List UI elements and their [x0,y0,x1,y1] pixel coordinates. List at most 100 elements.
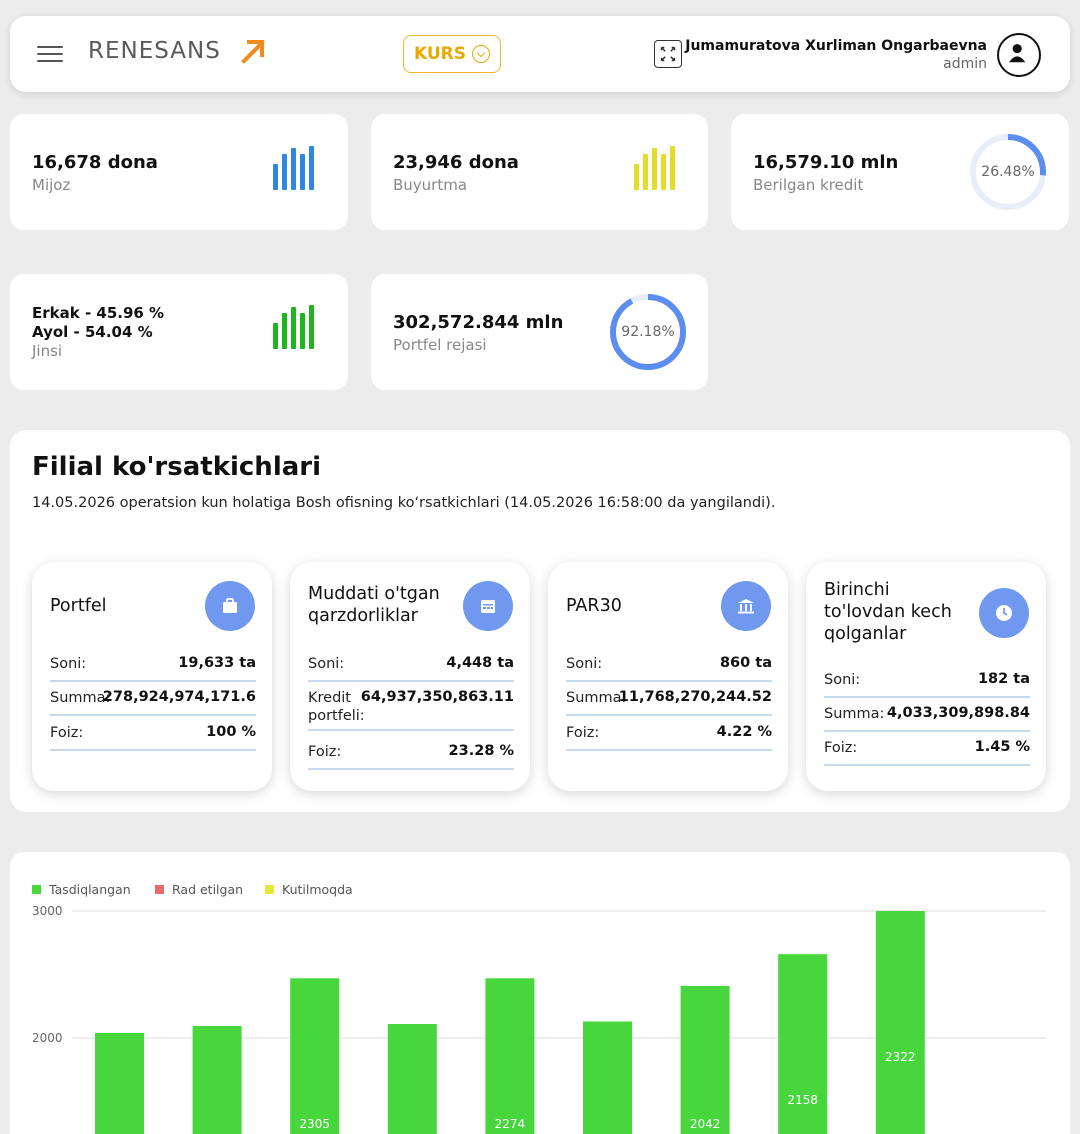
kpi-row: Soni: 182 ta [824,671,1030,698]
kpi-row: Soni: 19,633 ta [50,655,256,682]
chart-bar[interactable] [875,911,925,1134]
kpi-row-value: 4,033,309,898.84 [886,705,1030,721]
chart-bar[interactable] [680,985,730,1134]
menu-icon[interactable] [37,46,63,62]
kpi-row-key: Summa: [50,690,111,706]
kpi-row-key: Soni: [308,656,345,672]
kpi-card-muddati: Muddati o'tgan qarzdorliklar Soni: 4,448… [290,562,530,791]
kpi-row: Summa: 11,768,270,244.52 [566,689,772,716]
kpi-row: Foiz: 100 % [50,724,256,751]
kpi-row: Foiz: 23.28 % [308,743,514,770]
kpi-row-value: 64,937,350,863.11 [360,689,514,705]
kpi-row-value: 4.22 % [716,724,772,740]
stat-card-kredit: 16,579.10 mln Berilgan kredit 26.48% [731,114,1069,230]
kpi-row: Foiz: 4.22 % [566,724,772,751]
gender-female: Ayol - 54.04 % [32,323,153,341]
stat-value: 16,678 dona [32,152,158,173]
kpi-title: PAR30 [566,596,622,616]
progress-ring-label: 92.18% [621,324,675,340]
stat-label: Mijoz [32,176,71,194]
kpi-card-par30: PAR30 Soni: 860 ta Summa: 11,768,270,244… [548,562,788,791]
clock-icon[interactable] [979,588,1029,638]
brand-logo[interactable]: RENESANS [88,38,221,64]
kpi-row-key: Summa: [824,706,885,722]
kpi-row-key: Foiz: [824,740,858,756]
kurs-button[interactable]: KURS [403,35,501,73]
kpi-row-value: 4,448 ta [446,655,514,671]
bar-chart-icon [634,144,676,190]
bank-icon[interactable] [721,581,771,631]
y-tick-label: 2000 [32,1031,63,1045]
kpi-card-portfel: Portfel Soni: 19,633 ta Summa: 278,924,9… [32,562,272,791]
chart-card: Tasdiqlangan Rad etilgan Kutilmoqda 3000… [10,852,1070,1134]
briefcase-icon[interactable] [205,581,255,631]
y-tick-label: 3000 [32,904,63,918]
kpi-row-key: Soni: [566,656,603,672]
section-subtitle: 14.05.2026 operatsion kun holatiga Bosh … [32,495,776,511]
kpi-row: Summa: 278,924,974,171.6 [50,689,256,716]
logo-arrow-icon [241,40,265,64]
kpi-row-key: Foiz: [566,725,600,741]
filial-section: Filial ko'rsatkichlari 14.05.2026 operat… [10,430,1070,812]
kpi-row-key: Summa: [566,690,627,706]
kpi-row-value: 1.45 % [974,739,1030,755]
chart-bar[interactable] [192,1025,242,1134]
kpi-row-value: 23.28 % [448,743,514,759]
kpi-row-value: 11,768,270,244.52 [618,689,772,705]
kpi-row-value: 100 % [206,724,256,740]
chart-bar[interactable] [583,1021,632,1134]
stat-label: Buyurtma [393,176,468,194]
calendar-icon[interactable] [463,581,513,631]
stat-label: Portfel rejasi [393,336,487,354]
kpi-row-value: 860 ta [719,655,772,671]
kpi-title: Portfel [50,596,107,616]
stat-card-buyurtma: 23,946 dona Buyurtma [371,114,708,230]
section-title: Filial ko'rsatkichlari [32,452,322,482]
chart-bar[interactable] [485,978,535,1134]
kpi-row: Summa: 4,033,309,898.84 [824,705,1030,732]
progress-ring: 26.48% [968,132,1048,212]
kpi-row: Soni: 4,448 ta [308,655,514,682]
stat-value: 16,579.10 mln [753,152,899,173]
kpi-row-key: Foiz: [308,744,342,760]
user-role: admin [943,56,987,72]
kpi-title: Muddati o'tgan qarzdorliklar [308,584,440,626]
chevron-down-icon [472,45,490,63]
chart-bar[interactable] [95,1032,144,1134]
kpi-row: Kredit portfeli: 64,937,350,863.11 [308,689,514,731]
kpi-row-value: 182 ta [977,671,1030,687]
kpi-card-birinchi: Birinchi to'lovdan kech qolganlar Soni: … [806,562,1046,791]
top-header: RENESANS KURS Jumamuratova Xurliman Onga… [10,16,1070,92]
stat-value: 302,572.844 mln [393,312,564,333]
bar-data-label: 2274 [495,1117,526,1131]
stat-card-jinsi: Erkak - 45.96 % Ayol - 54.04 % Jinsi [10,274,348,390]
progress-ring-label: 26.48% [981,164,1035,180]
kurs-label: KURS [413,44,466,64]
kpi-row-value: 278,924,974,171.6 [102,689,256,705]
kpi-row: Foiz: 1.45 % [824,739,1030,766]
bar-chart-icon [273,303,315,349]
bar-data-label: 2322 [885,1050,916,1064]
avatar-icon[interactable] [997,33,1041,77]
chart-bar[interactable] [387,1024,437,1134]
stat-label: Jinsi [32,342,63,360]
stat-card-portfel: 302,572.844 mln Portfel rejasi 92.18% [371,274,708,390]
progress-ring: 92.18% [608,292,688,372]
chart-bar[interactable] [290,978,340,1134]
bar-chart-icon [273,144,315,190]
kpi-row-value: 19,633 ta [178,655,256,671]
user-name: Jumamuratova Xurliman Ongarbaevna [685,38,987,54]
fullscreen-icon[interactable] [654,40,682,68]
stat-value: 23,946 dona [393,152,519,173]
kpi-title: Birinchi to'lovdan kech qolganlar [824,580,952,644]
bar-data-label: 2158 [787,1093,818,1107]
stat-card-mijoz: 16,678 dona Mijoz [10,114,348,230]
gender-male: Erkak - 45.96 % [32,304,165,322]
bar-data-label: 2305 [299,1117,330,1131]
stat-label: Berilgan kredit [753,176,864,194]
kpi-row-key: Soni: [50,656,87,672]
kpi-row: Soni: 860 ta [566,655,772,682]
kpi-row-key: Soni: [824,672,861,688]
bar-data-label: 2042 [690,1117,721,1131]
bar-chart: 3000 2000 2305 2274 2042 2158 2322 [32,904,1046,1134]
